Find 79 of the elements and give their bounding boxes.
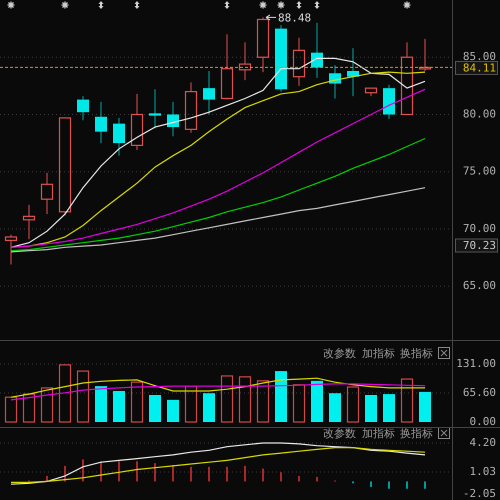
candlestick bbox=[275, 24, 287, 92]
double-arrow-icon bbox=[314, 1, 320, 9]
asterisk-icon bbox=[6, 0, 16, 10]
candlestick bbox=[203, 70, 215, 115]
volume-bar bbox=[149, 395, 161, 422]
price-label: 70.23 bbox=[462, 239, 496, 252]
volume-bar bbox=[167, 400, 179, 422]
volume-bar bbox=[40, 387, 54, 423]
volume-bar bbox=[113, 391, 125, 422]
volume-bar bbox=[220, 375, 234, 423]
candlestick bbox=[95, 101, 107, 144]
double-arrow-icon bbox=[224, 1, 230, 9]
candlestick bbox=[113, 117, 125, 156]
axis-label: 4.20 bbox=[470, 436, 496, 449]
price-label: 84.11 bbox=[462, 61, 496, 74]
candlestick bbox=[130, 93, 144, 150]
volume-bar bbox=[275, 371, 287, 422]
axis-label: 70.00 bbox=[462, 222, 496, 235]
volume-bar bbox=[311, 380, 323, 422]
candlestick bbox=[40, 172, 54, 215]
panel-button[interactable]: 加指标 bbox=[362, 428, 395, 440]
asterisk-icon bbox=[402, 0, 412, 10]
candlestick bbox=[184, 82, 198, 134]
candlestick bbox=[149, 88, 161, 129]
volume-bar bbox=[58, 364, 72, 423]
double-arrow-icon bbox=[98, 1, 104, 9]
volume-bar bbox=[238, 376, 252, 423]
axis-label: 85.00 bbox=[462, 50, 496, 64]
volume-bar bbox=[383, 394, 395, 422]
volume-bar bbox=[365, 395, 377, 422]
close-icon[interactable] bbox=[438, 347, 450, 359]
volume-bar bbox=[400, 378, 414, 423]
volume-bar bbox=[76, 370, 90, 423]
candlestick bbox=[77, 96, 89, 121]
axis-label: 80.00 bbox=[462, 107, 496, 120]
volume-bar bbox=[419, 392, 431, 422]
candlestick bbox=[383, 84, 395, 120]
arrow-icon bbox=[266, 14, 276, 20]
axis-label: 1.03 bbox=[470, 465, 496, 478]
axis-label: 0.00 bbox=[470, 415, 496, 428]
volume-bar bbox=[184, 386, 198, 423]
candlestick bbox=[311, 22, 323, 78]
axis-label: 65.60 bbox=[462, 386, 496, 399]
panel-button[interactable]: 改参数 bbox=[323, 347, 356, 360]
candlestick bbox=[4, 234, 18, 265]
candlestick bbox=[347, 48, 359, 97]
close-icon[interactable] bbox=[438, 428, 450, 439]
candlestick bbox=[292, 37, 306, 86]
asterisk-icon bbox=[258, 0, 268, 10]
volume-bar bbox=[329, 393, 341, 422]
volume-bar bbox=[95, 386, 107, 422]
double-arrow-icon bbox=[296, 1, 302, 9]
axis-label: 75.00 bbox=[462, 164, 496, 178]
candlestick bbox=[329, 64, 341, 99]
volume-bar bbox=[130, 382, 144, 423]
candlestick bbox=[418, 38, 432, 72]
candlestick bbox=[238, 42, 252, 81]
double-arrow-icon bbox=[134, 1, 140, 9]
price-annotation: 88.48 bbox=[278, 11, 312, 24]
panel-button[interactable]: 加指标 bbox=[362, 347, 395, 360]
volume-bar bbox=[203, 393, 215, 422]
volume-bar bbox=[22, 394, 36, 423]
asterisk-icon bbox=[60, 0, 70, 10]
axis-label: -2.05 bbox=[462, 487, 496, 500]
asterisk-icon bbox=[276, 0, 286, 10]
volume-bar bbox=[256, 380, 270, 423]
volume-bar bbox=[346, 386, 360, 423]
candlestick bbox=[22, 204, 36, 240]
panel-button[interactable]: 换指标 bbox=[400, 347, 433, 360]
candlestick bbox=[220, 34, 234, 100]
volume-bar bbox=[292, 384, 306, 423]
axis-label: 131.00 bbox=[456, 357, 496, 370]
panel-button[interactable]: 改参数 bbox=[323, 428, 356, 440]
candlestick bbox=[364, 88, 378, 97]
volume-bar bbox=[4, 396, 18, 423]
candlestick bbox=[167, 101, 179, 137]
candlestick bbox=[256, 16, 270, 73]
panel-button[interactable]: 换指标 bbox=[400, 428, 433, 440]
axis-label: 65.00 bbox=[462, 279, 496, 292]
